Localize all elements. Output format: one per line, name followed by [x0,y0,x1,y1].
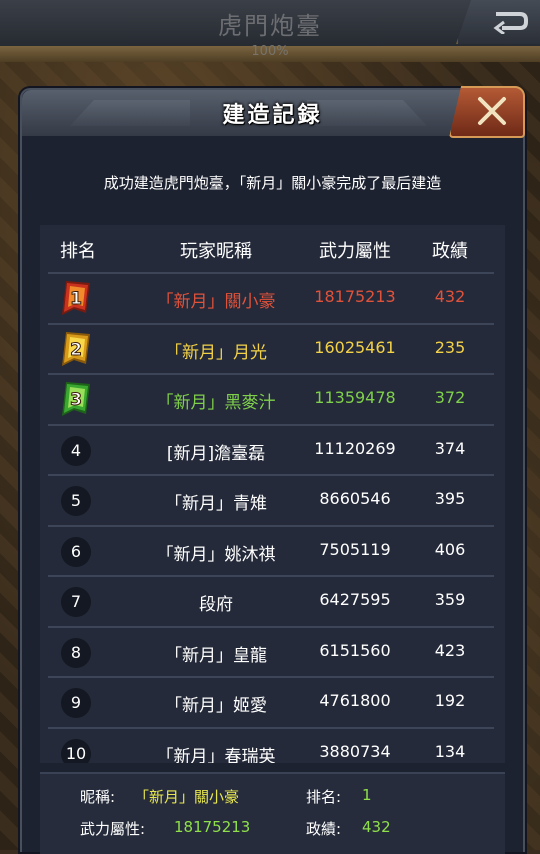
rank-label: 排名: [306,788,342,806]
player-power: 8660546 [319,489,391,508]
player-power: 11120269 [314,438,396,458]
score-value: 432 [362,818,391,836]
player-power: 16025461 [314,337,396,357]
rank-number: 8 [61,637,91,668]
player-nickname: 「新月」姬愛 [165,696,267,716]
close-x-icon [478,97,506,125]
player-power: 11359478 [314,388,396,407]
nickname-label: 昵稱: [80,788,116,806]
rank-number: 6 [61,536,91,567]
build-record-dialog: 建造記録 成功建造虎門炮臺，「新月」關小豪完成了最后建造 排名 玩家昵稱 武力屬… [20,86,525,854]
build-progress-bar: 100% [0,44,540,62]
rank-number: 4 [61,435,91,466]
player-score: 406 [434,539,466,559]
player-nickname: 「新月」皇龍 [165,645,267,666]
rank-number: 5 [61,486,91,516]
rank-value: 1 [362,786,372,804]
column-header-power: 武力屬性 [319,241,391,262]
column-header-nickname: 玩家昵稱 [180,241,252,262]
player-nickname: 「新月」月光 [165,342,267,363]
rank-medal-icon: 2 [62,331,90,366]
close-button[interactable] [449,86,525,138]
table-header: 排名 玩家昵稱 武力屬性 政績 [40,225,505,273]
top-bar: 虎門炮臺 [0,0,540,48]
build-success-message: 成功建造虎門炮臺，「新月」關小豪完成了最后建造 [103,174,442,192]
player-nickname: 「新月」關小豪 [156,292,276,312]
player-score: 432 [434,287,466,306]
table-row[interactable]: 2 「新月」月光 16025461 235 [40,325,505,374]
player-power: 7505119 [319,539,391,559]
rank-number: 3 [70,390,82,410]
nickname-value: 「新月」關小豪 [134,788,240,806]
player-score: 374 [434,438,466,458]
dialog-header: 建造記録 [22,86,525,138]
dialog-title: 建造記録 [222,103,323,128]
table-row[interactable]: 1 「新月」關小豪 18175213 432 [40,274,505,323]
table-row[interactable]: 6 「新月」姚沐祺 7505119 406 [40,527,505,576]
player-power: 6151560 [319,640,391,660]
table-row[interactable]: 3 「新月」黑麥汁 11359478 372 [40,375,505,424]
player-score: 359 [434,590,466,609]
rank-number: 7 [61,587,91,617]
power-label: 武力屬性: [80,820,146,838]
rank-number: 9 [61,688,91,718]
rank-number: 1 [70,289,82,309]
ranking-table[interactable]: 排名 玩家昵稱 武力屬性 政績 1 「新月」關小豪 18175213 432 2… [40,225,505,763]
player-score: 235 [434,337,466,357]
player-power: 18175213 [314,287,396,306]
column-header-rank: 排名 [60,241,96,262]
player-score: 395 [434,489,466,508]
player-score: 134 [434,741,466,761]
player-score: 372 [434,388,466,407]
column-header-score: 政績 [432,241,468,262]
my-record-summary: 昵稱: 「新月」關小豪 排名: 1 武力屬性: 18175213 政績: 432 [40,772,505,854]
rank-medal-icon: 3 [62,382,90,416]
table-row[interactable]: 5 「新月」青雉 8660546 395 [40,476,505,525]
rank-medal-icon: 1 [62,281,90,315]
player-nickname: 「新月」姚沐祺 [156,544,276,565]
player-nickname: 「新月」青雉 [165,494,267,514]
player-score: 423 [434,640,466,660]
player-power: 6427595 [319,590,391,609]
player-nickname: 「新月」春瑞英 [156,746,276,764]
table-row[interactable]: 9 「新月」姬愛 4761800 192 [40,678,505,727]
rank-number: 2 [70,340,82,360]
table-row[interactable]: 8 「新月」皇龍 6151560 423 [40,628,505,677]
table-row[interactable]: 4 [新月]澹臺磊 11120269 374 [40,426,505,475]
table-row[interactable]: 7 段府 6427595 359 [40,577,505,626]
player-power: 3880734 [319,741,391,761]
table-row[interactable]: 10 「新月」春瑞英 3880734 134 [40,729,505,764]
score-label: 政績: [306,820,342,838]
player-nickname: 「新月」黑麥汁 [156,393,276,413]
player-score: 192 [434,691,466,710]
power-value: 18175213 [174,818,251,836]
player-power: 4761800 [319,691,391,710]
rank-number: 10 [61,738,91,763]
player-nickname: 段府 [199,595,233,615]
back-arrow-icon [493,12,528,34]
build-progress-text: 100% [251,44,289,59]
player-nickname: [新月]澹臺磊 [166,443,266,464]
